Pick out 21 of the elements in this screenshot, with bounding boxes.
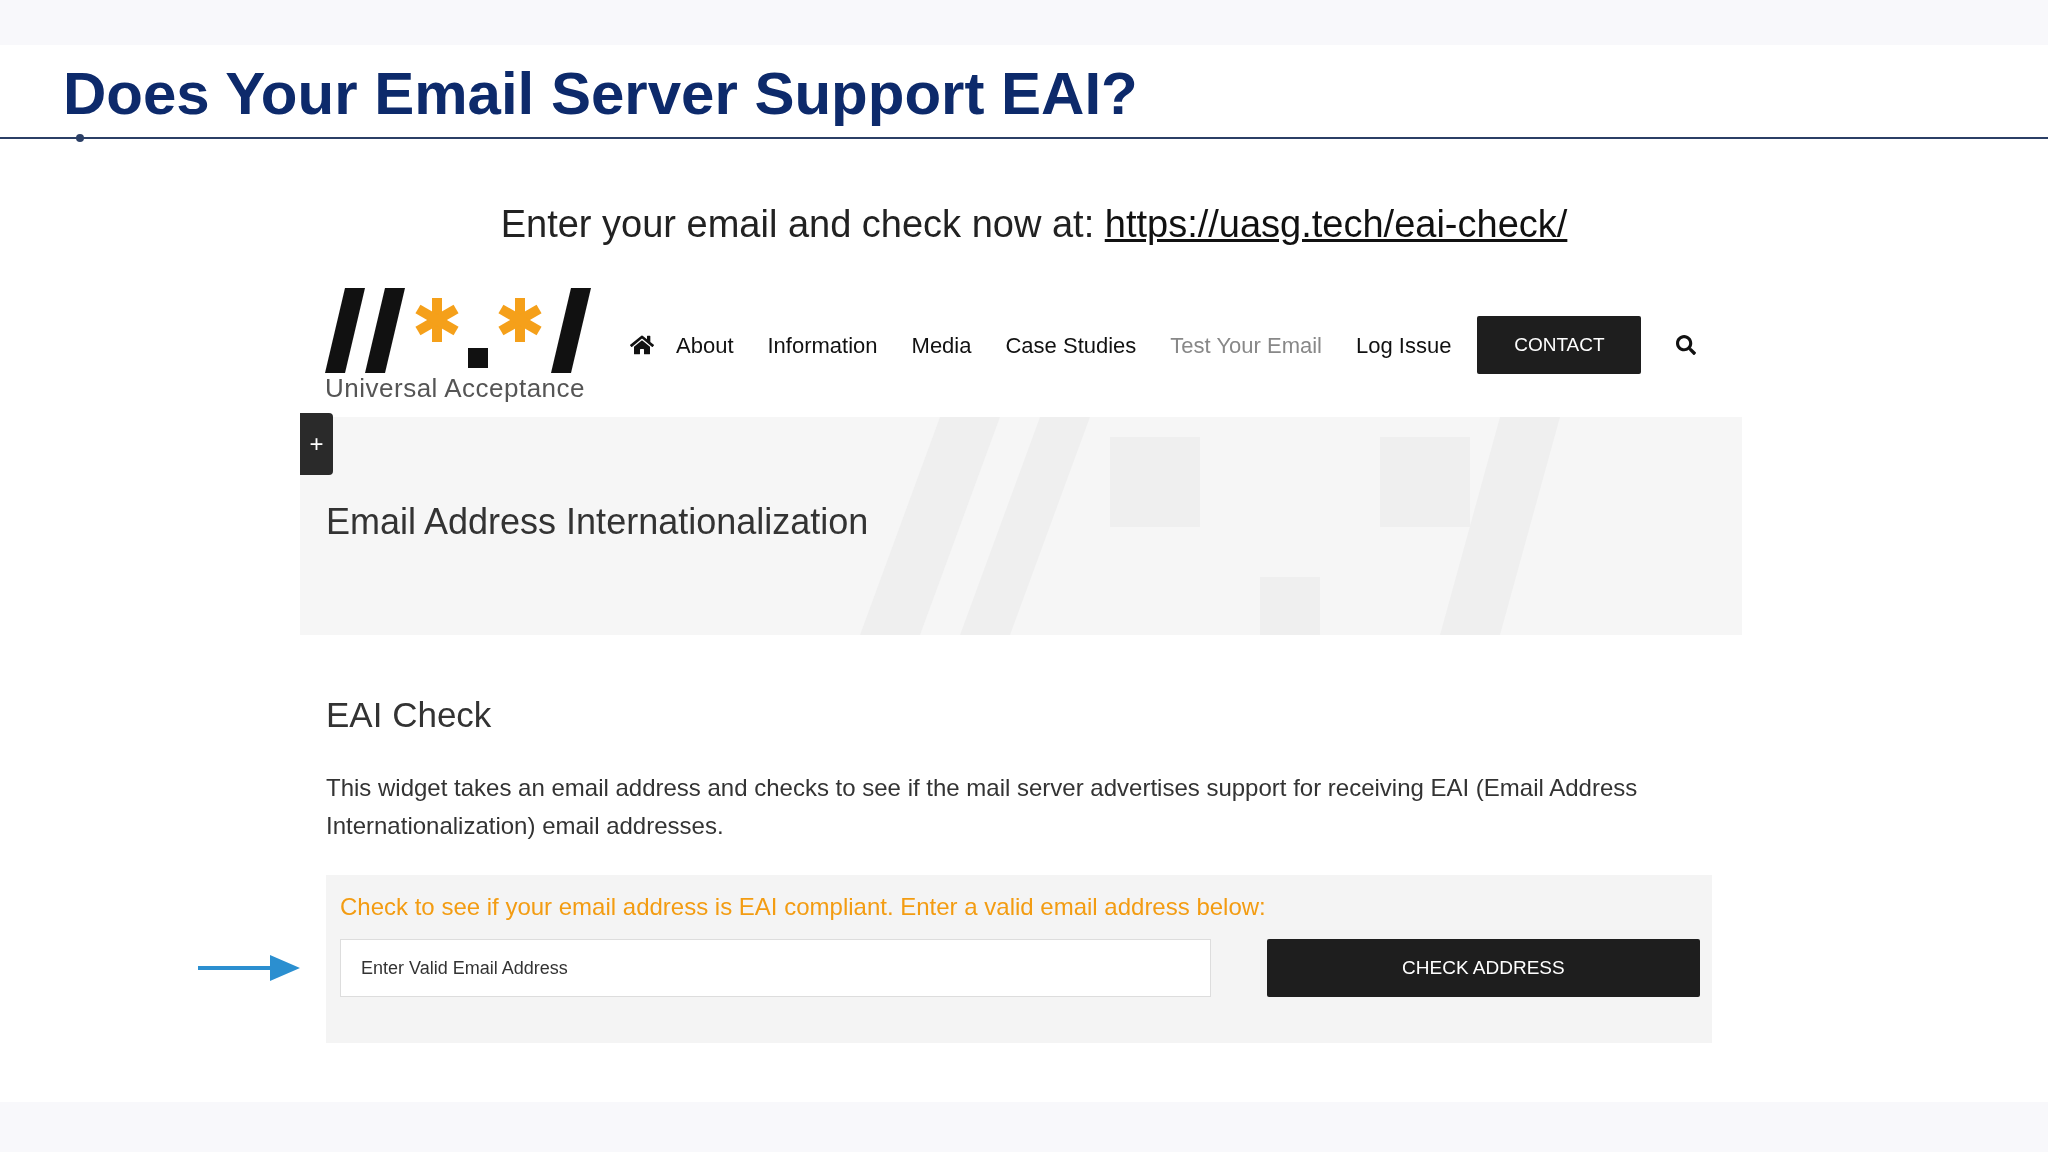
slide-title: Does Your Email Server Support EAI? xyxy=(63,59,1138,129)
form-prompt: Check to see if your email address is EAI compliant. Enter a valid email address below: xyxy=(340,892,1267,922)
logo-caption: Universal Acceptance xyxy=(325,372,587,403)
side-tab[interactable]: + xyxy=(300,413,333,475)
check-link[interactable]: https://uasg.tech/eai-check/ xyxy=(1104,203,1568,245)
search-icon[interactable] xyxy=(1676,335,1697,355)
nav-link[interactable]: About xyxy=(676,328,734,362)
nav-link[interactable]: Log Issue xyxy=(1356,328,1452,362)
description-text: This widget takes an email address and checks to see if the mail server advertises support for receiving EAI (Email Address Internationalization) email addresses. xyxy=(326,773,1639,841)
nav-link[interactable]: Case Studies xyxy=(1005,328,1137,362)
nav-link[interactable]: Test Your Email xyxy=(1170,328,1322,362)
section-heading: EAI Check xyxy=(326,694,493,736)
check-address-button[interactable]: CHECK ADDRESS xyxy=(1266,939,1700,997)
contact-button[interactable]: CONTACT xyxy=(1477,316,1642,374)
intro-text: Enter your email and check now at: https://uasg.tech/eai-check/ xyxy=(500,202,1568,247)
page-heading: Email Address Internationalization xyxy=(326,500,869,544)
pointer-arrow-icon xyxy=(198,953,300,983)
nav-link[interactable]: Media xyxy=(911,328,972,362)
email-field[interactable]: Enter Valid Email Address xyxy=(340,939,1211,997)
nav-link[interactable]: Information xyxy=(767,328,878,362)
home-icon[interactable] xyxy=(630,334,654,356)
